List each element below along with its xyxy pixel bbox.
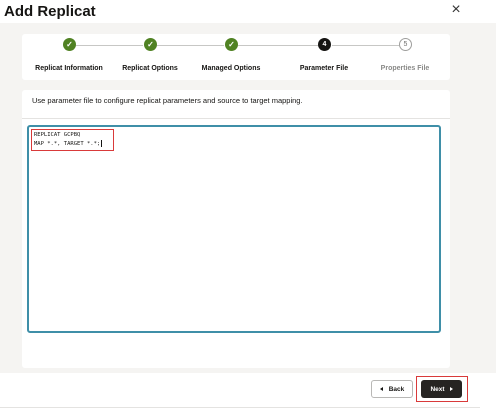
- step-4-number-marker[interactable]: 4: [318, 38, 331, 51]
- parameter-line-map: MAP *.*, TARGET *.*;: [34, 140, 103, 147]
- text-cursor: [101, 140, 103, 147]
- step-3-check-icon[interactable]: ✓: [225, 38, 238, 51]
- chevron-right-icon: [449, 387, 453, 391]
- step-2-check-icon[interactable]: ✓: [144, 38, 157, 51]
- parameter-file-panel: Use parameter file to configure replicat…: [22, 90, 450, 368]
- step-label-parameter-file[interactable]: Parameter File: [300, 65, 348, 72]
- dialog-title: Add Replicat: [4, 3, 96, 20]
- chevron-left-icon: [379, 387, 383, 391]
- step-connector: [76, 45, 143, 46]
- back-button-label: Back: [388, 385, 405, 393]
- dialog-footer: Back Next: [0, 373, 496, 413]
- instruction-text: Use parameter file to configure replicat…: [32, 96, 303, 105]
- step-connector: [332, 45, 399, 46]
- wizard-progress: ✓ ✓ ✓ 4 5 Replicat Information Replicat …: [22, 34, 450, 80]
- step-connector: [238, 45, 318, 46]
- divider: [22, 118, 450, 119]
- step-label-replicat-information[interactable]: Replicat Information: [35, 65, 103, 72]
- back-button[interactable]: Back: [371, 380, 413, 398]
- next-button[interactable]: Next: [421, 380, 462, 398]
- step-5-number-marker[interactable]: 5: [399, 38, 412, 51]
- close-icon[interactable]: ×: [447, 1, 465, 19]
- footer-divider: [0, 407, 480, 408]
- step-label-replicat-options[interactable]: Replicat Options: [122, 65, 178, 72]
- parameter-line-replicat: REPLICAT GCPBQ: [34, 132, 81, 138]
- step-label-managed-options[interactable]: Managed Options: [202, 65, 261, 72]
- step-1-check-icon[interactable]: ✓: [63, 38, 76, 51]
- dialog-body: ✓ ✓ ✓ 4 5 Replicat Information Replicat …: [0, 23, 496, 373]
- step-label-properties-file: Properties File: [380, 65, 430, 72]
- next-button-label: Next: [430, 385, 445, 393]
- step-connector: [157, 45, 224, 46]
- parameter-file-editor[interactable]: REPLICAT GCPBQ MAP *.*, TARGET *.*;: [27, 125, 441, 333]
